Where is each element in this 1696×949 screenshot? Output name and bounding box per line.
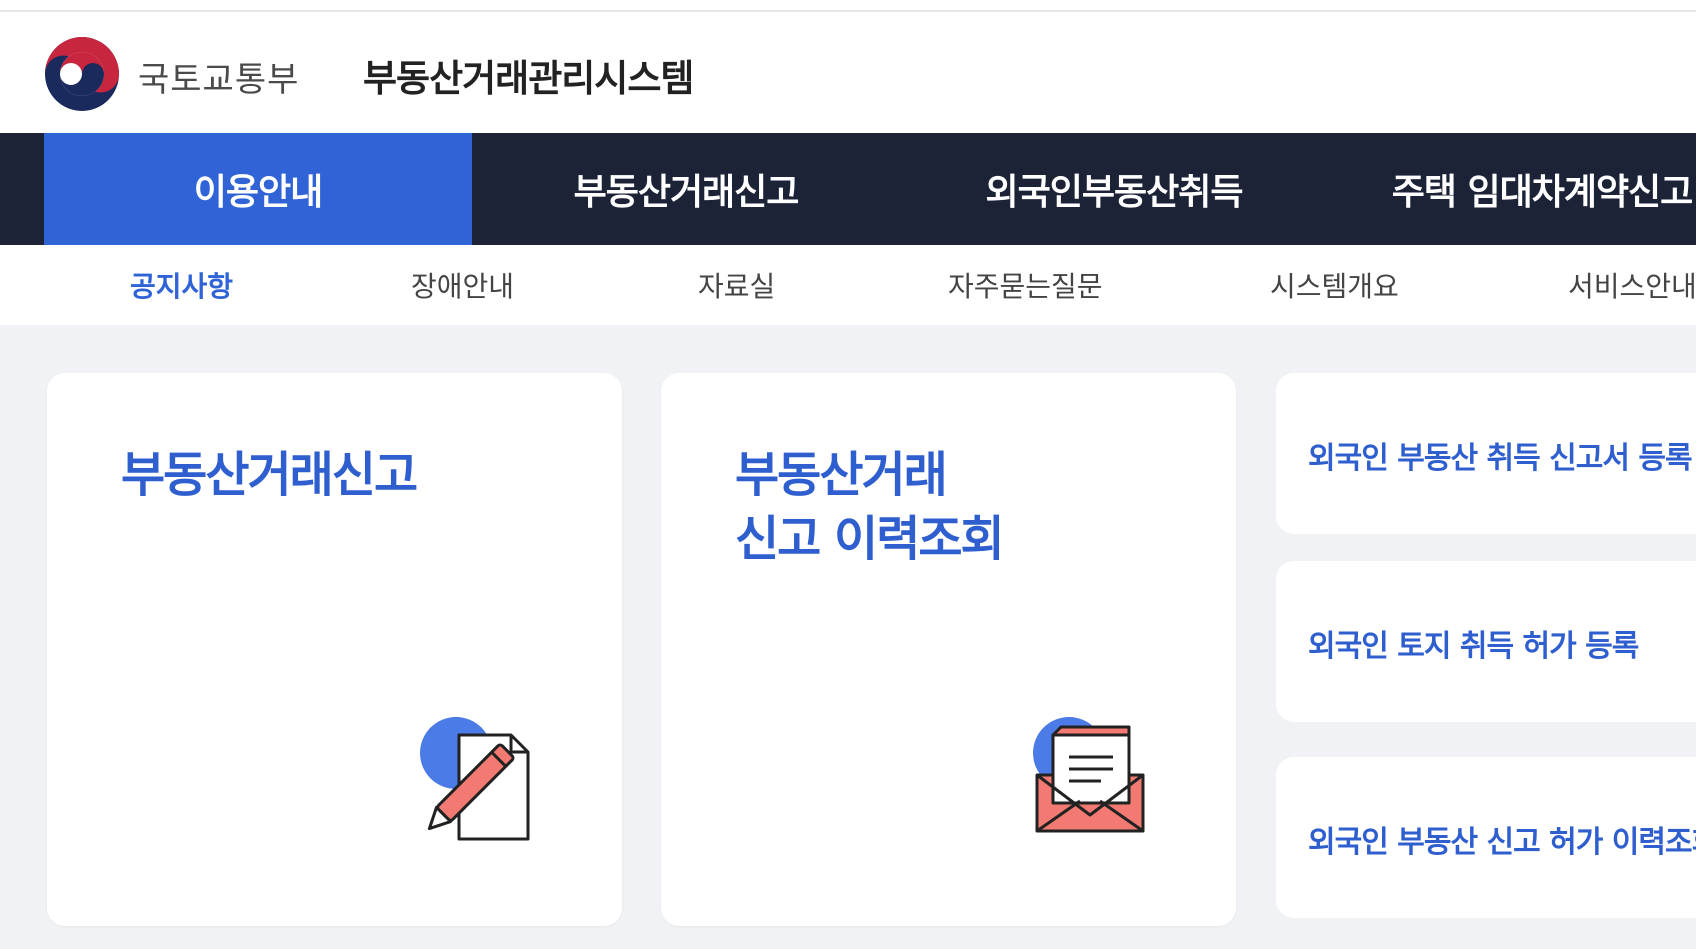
site-header: 국토교통부 부동산거래관리시스템: [0, 12, 1696, 133]
card-title-line: 부동산거래신고: [121, 447, 418, 503]
gnb-item-lease-report[interactable]: 주택 임대차계약신고: [1328, 133, 1696, 245]
gnb-item-transaction-report[interactable]: 부동산거래신고: [472, 133, 900, 245]
lnb-item-faq[interactable]: 자주묻는질문: [948, 245, 1103, 325]
side-link-label: 외국인 토지 취득 허가 등록: [1308, 629, 1639, 664]
pen-document-icon: [420, 717, 530, 841]
card-title-line: 부동산거래: [735, 447, 948, 503]
lnb-item-archive[interactable]: 자료실: [698, 245, 775, 325]
side-link-foreign-acquisition-register[interactable]: 외국인 부동산 취득 신고서 등록: [1276, 373, 1696, 534]
sub-navigation: 공지사항 장애안내 자료실 자주묻는질문 시스템개요 서비스안내: [0, 245, 1696, 325]
gnb-item-foreigner-acquisition[interactable]: 외국인부동산취득: [900, 133, 1328, 245]
side-link-foreign-land-permit[interactable]: 외국인 토지 취득 허가 등록: [1276, 561, 1696, 722]
government-emblem-icon[interactable]: [42, 34, 122, 114]
side-link-label: 외국인 부동산 취득 신고서 등록: [1308, 441, 1693, 476]
card-title: 부동산거래신고: [121, 443, 418, 507]
gnb-item-usage-guide[interactable]: 이용안내: [44, 133, 472, 245]
lnb-item-service-guide[interactable]: 서비스안내: [1568, 245, 1696, 325]
card-transaction-history[interactable]: 부동산거래 신고 이력조회: [661, 373, 1236, 926]
envelope-letter-icon: [1033, 717, 1145, 833]
system-title[interactable]: 부동산거래관리시스템: [363, 48, 694, 102]
card-transaction-report[interactable]: 부동산거래신고: [47, 373, 622, 926]
lnb-item-outage-info[interactable]: 장애안내: [411, 245, 514, 325]
top-border: [0, 0, 1696, 12]
lnb-item-notice[interactable]: 공지사항: [130, 245, 233, 325]
card-title-line: 신고 이력조회: [735, 511, 1005, 567]
ministry-name[interactable]: 국토교통부: [138, 52, 299, 101]
main-navigation: 이용안내 부동산거래신고 외국인부동산취득 주택 임대차계약신고: [0, 133, 1696, 245]
side-link-label: 외국인 부동산 신고 허가 이력조회: [1308, 825, 1696, 860]
card-title: 부동산거래 신고 이력조회: [735, 443, 1005, 571]
lnb-item-system-overview[interactable]: 시스템개요: [1270, 245, 1399, 325]
side-link-foreign-report-history[interactable]: 외국인 부동산 신고 허가 이력조회: [1276, 757, 1696, 918]
